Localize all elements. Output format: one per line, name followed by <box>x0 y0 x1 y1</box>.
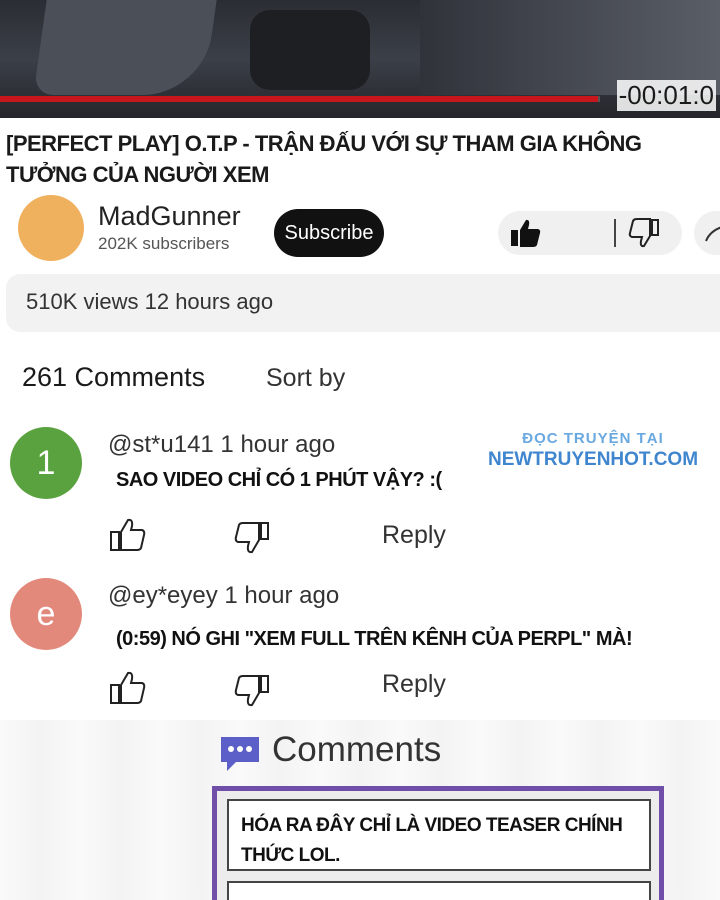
comments-panel-title: Comments <box>272 730 442 769</box>
video-frame-figure <box>33 0 217 95</box>
comment-text: (0:59) NÓ GHI "XEM FULL TRÊN KÊNH CỦA PE… <box>116 628 633 650</box>
share-icon <box>705 226 720 242</box>
subscribe-button[interactable]: Subscribe <box>274 209 384 257</box>
thumbs-down-icon <box>628 218 659 248</box>
thumbs-up-icon <box>110 671 146 704</box>
comment-dislike-button[interactable] <box>232 672 272 712</box>
video-player[interactable]: -00:01:0 <box>0 0 720 118</box>
share-button[interactable] <box>694 211 720 255</box>
reply-button[interactable]: Reply <box>382 521 446 550</box>
channel-avatar[interactable] <box>18 195 84 261</box>
comments-count: 261 Comments <box>22 362 206 392</box>
comment-like-button[interactable] <box>108 668 148 708</box>
comment-author-time: @st*u141 1 hour ago <box>108 431 336 458</box>
watermark: ĐỌC TRUYỆN TẠI NEWTRUYENHOT.COM <box>478 430 708 471</box>
dislike-button[interactable] <box>626 217 662 249</box>
progress-bar[interactable] <box>0 96 598 102</box>
channel-row: MadGunner 202K subscribers Subscribe <box>0 195 720 265</box>
time-remaining: -00:01:0 <box>616 80 716 111</box>
panel-comment-next <box>227 881 651 900</box>
video-frame-shadow <box>250 10 370 90</box>
thumbs-down-icon <box>234 675 269 707</box>
views-and-date: 510K views 12 hours ago <box>26 289 274 314</box>
like-separator <box>614 219 616 247</box>
comment-avatar[interactable]: e <box>10 578 82 650</box>
sort-by-button[interactable]: Sort by <box>266 364 345 393</box>
watermark-line1: ĐỌC TRUYỆN TẠI <box>522 430 664 447</box>
comment-dislike-button[interactable] <box>232 519 272 559</box>
like-button[interactable] <box>508 217 544 249</box>
thumbs-up-icon <box>110 518 146 551</box>
channel-name[interactable]: MadGunner <box>98 201 241 232</box>
comment-text: SAO VIDEO CHỈ CÓ 1 PHÚT VẬY? :( <box>116 469 442 491</box>
comment-like-button[interactable] <box>108 515 148 555</box>
like-dislike-bar <box>498 211 682 255</box>
comments-panel: HÓA RA ĐÂY CHỈ LÀ VIDEO TEASER CHÍNH THỨ… <box>212 786 664 900</box>
comment-avatar[interactable]: 1 <box>10 427 82 499</box>
thumbs-up-icon <box>511 219 541 247</box>
reply-button[interactable]: Reply <box>382 670 446 699</box>
video-title: [PERFECT PLAY] O.T.P - TRẬN ĐẤU VỚI SỰ T… <box>6 131 642 187</box>
video-stats[interactable]: 510K views 12 hours ago <box>6 274 720 332</box>
chat-bubble-icon <box>221 737 259 771</box>
subscriber-count: 202K subscribers <box>98 234 230 253</box>
panel-comment-text: HÓA RA ĐÂY CHỈ LÀ VIDEO TEASER CHÍNH THỨ… <box>227 799 651 871</box>
watermark-line2: NEWTRUYENHOT.COM <box>487 449 699 470</box>
comment-author-time: @ey*eyey 1 hour ago <box>108 582 340 609</box>
thumbs-down-icon <box>234 522 269 554</box>
